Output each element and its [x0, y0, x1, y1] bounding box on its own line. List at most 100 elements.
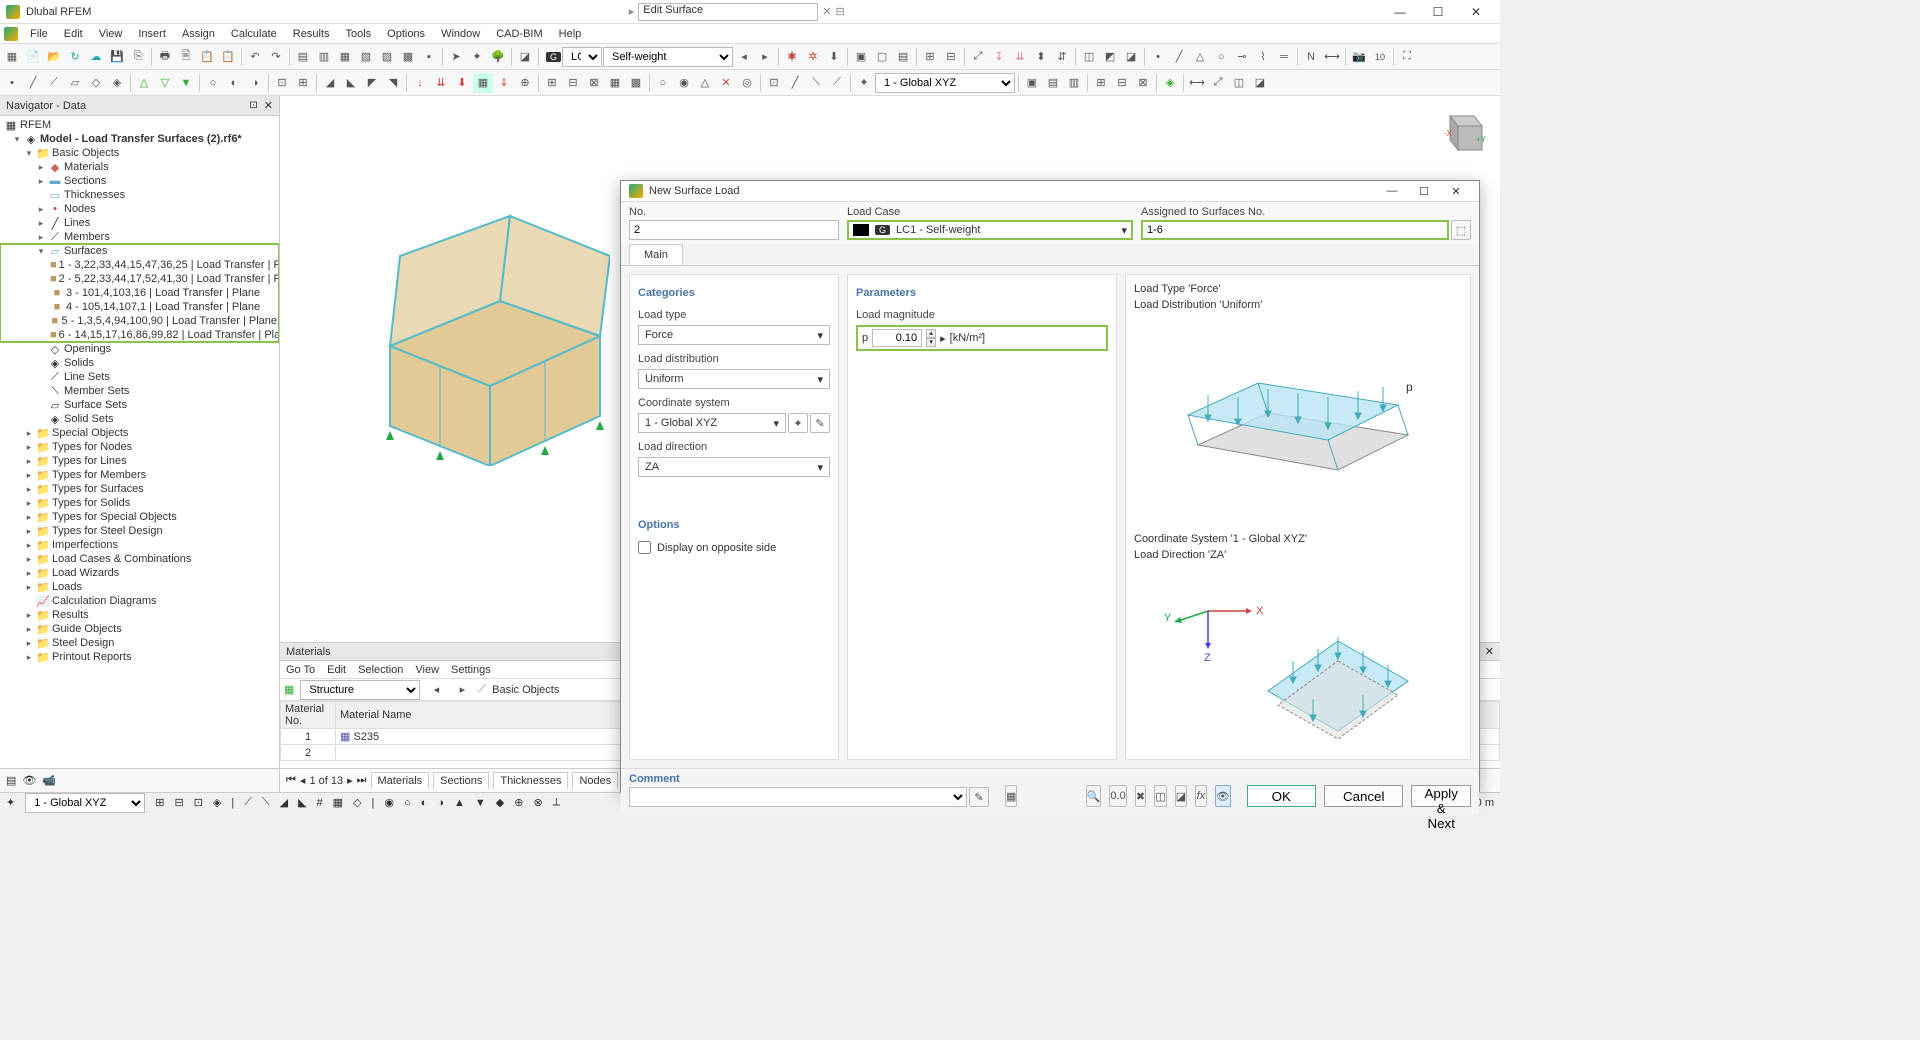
tree-special-objects[interactable]: ▸📁Special Objects: [0, 426, 279, 440]
tb2-d4-icon[interactable]: ◪: [1250, 73, 1270, 93]
tree-members[interactable]: ▸⟋Members: [0, 230, 279, 244]
tb-redo-icon[interactable]: ↷: [266, 47, 286, 67]
tb-reload-icon[interactable]: ↻: [65, 47, 85, 67]
tree-types-nodes[interactable]: ▸📁Types for Nodes: [0, 440, 279, 454]
assigned-pick-icon[interactable]: ⬚: [1451, 220, 1471, 240]
mat-tab-sections[interactable]: Sections: [433, 772, 489, 789]
tb-cloud-icon[interactable]: ☁: [86, 47, 106, 67]
tb2-l1-icon[interactable]: ↓: [410, 73, 430, 93]
tree-types-special[interactable]: ▸📁Types for Special Objects: [0, 510, 279, 524]
tb-undo-icon[interactable]: ↶: [245, 47, 265, 67]
tree-results-folder[interactable]: ▸📁Results: [0, 608, 279, 622]
dialog-titlebar[interactable]: New Surface Load — ☐ ✕: [621, 181, 1479, 202]
tb2-sup-icon[interactable]: △: [134, 73, 154, 93]
tb2-d3-icon[interactable]: ◫: [1229, 73, 1249, 93]
edit-surface-combo[interactable]: Edit Surface: [638, 3, 818, 21]
tb-doc1-icon[interactable]: 📋: [197, 47, 217, 67]
tb-load3-icon[interactable]: ⬇: [824, 47, 844, 67]
tb2-ssup-icon[interactable]: ▼: [176, 73, 196, 93]
status-i7-icon[interactable]: ◇: [353, 796, 361, 809]
menu-view[interactable]: View: [91, 26, 131, 42]
window-minimize[interactable]: —: [1382, 2, 1418, 22]
tb2-open-icon[interactable]: ◇: [86, 73, 106, 93]
menu-calculate[interactable]: Calculate: [223, 26, 285, 42]
status-o9-icon[interactable]: ⊗: [533, 796, 542, 809]
tb2-e1-icon[interactable]: ⊞: [1091, 73, 1111, 93]
tb2-l5-icon[interactable]: ⇓: [494, 73, 514, 93]
tb-lc-name-combo[interactable]: Self-weight: [603, 47, 733, 67]
menu-assign[interactable]: Assign: [174, 26, 223, 42]
window-maximize[interactable]: ☐: [1420, 2, 1456, 22]
tree-surface-4[interactable]: ■4 - 105,14,107,1 | Load Transfer | Plan…: [0, 300, 279, 314]
tree-root[interactable]: ▦RFEM: [0, 118, 279, 132]
tb2-lsup-icon[interactable]: ▽: [155, 73, 175, 93]
menu-file[interactable]: File: [22, 26, 56, 42]
tb2-g5-icon[interactable]: ▩: [626, 73, 646, 93]
tb2-m1-icon[interactable]: ⊡: [764, 73, 784, 93]
tb-loads4-icon[interactable]: ⇵: [1052, 47, 1072, 67]
tb2-ec-icon[interactable]: ◐: [224, 73, 244, 93]
tb2-c1-icon[interactable]: ▣: [1022, 73, 1042, 93]
tb2-s5-icon[interactable]: ◎: [737, 73, 757, 93]
status-snap1-icon[interactable]: ⊞: [155, 796, 164, 809]
tree-steel-design[interactable]: ▸📁Steel Design: [0, 636, 279, 650]
tree-loadcases[interactable]: ▸📁Load Cases & Combinations: [0, 552, 279, 566]
tb2-g4-icon[interactable]: ▦: [605, 73, 625, 93]
tb-cube2-icon[interactable]: ▢: [872, 47, 892, 67]
status-o3-icon[interactable]: ◐: [421, 797, 428, 809]
menu-insert[interactable]: Insert: [130, 26, 174, 42]
tb2-l6-icon[interactable]: ⊕: [515, 73, 535, 93]
tb-arrow-icon[interactable]: ➤: [446, 47, 466, 67]
dlg-icon-btn[interactable]: ▦: [1005, 785, 1017, 807]
tree-loads[interactable]: ▸📁Loads: [0, 580, 279, 594]
tb-view7-icon[interactable]: ▪: [419, 47, 439, 67]
tb2-surf-icon[interactable]: ▱: [65, 73, 85, 93]
tb2-t4-icon[interactable]: ◥: [383, 73, 403, 93]
navigator-tree[interactable]: ▦RFEM ▾◈Model - Load Transfer Surfaces (…: [0, 116, 279, 768]
tb-loads2-icon[interactable]: ⇊: [1010, 47, 1030, 67]
tb-file-icon[interactable]: 📄: [23, 47, 43, 67]
tb-clip-icon[interactable]: ◪: [515, 47, 535, 67]
tb2-g2-icon[interactable]: ⊟: [563, 73, 583, 93]
tb-print-icon[interactable]: 🖶: [155, 47, 175, 67]
tree-line-sets[interactable]: ⟋Line Sets: [0, 370, 279, 384]
tb-cube3-icon[interactable]: ▤: [893, 47, 913, 67]
edit-surface-arrow[interactable]: ▸: [629, 5, 635, 18]
tb2-m4-icon[interactable]: ⟋: [827, 73, 847, 93]
tb-open-icon[interactable]: 📂: [44, 47, 64, 67]
tree-thicknesses[interactable]: ▭Thicknesses: [0, 188, 279, 202]
mat-menu-goto[interactable]: Go To: [286, 664, 315, 676]
nav-footer-icon2[interactable]: 👁: [22, 774, 36, 787]
tb-n-icon[interactable]: N: [1301, 47, 1321, 67]
tree-member-sets[interactable]: ⟍Member Sets: [0, 384, 279, 398]
status-o8-icon[interactable]: ⊕: [514, 796, 523, 809]
status-cs-combo[interactable]: 1 - Global XYZ: [25, 793, 145, 813]
pager-first-icon[interactable]: ⏮: [286, 774, 296, 787]
tree-solids[interactable]: ◈Solids: [0, 356, 279, 370]
window-close[interactable]: ✕: [1458, 2, 1494, 22]
mat-next-icon[interactable]: ▸: [452, 680, 472, 700]
tb2-line-icon[interactable]: ╱: [23, 73, 43, 93]
tree-printout-reports[interactable]: ▸📁Printout Reports: [0, 650, 279, 664]
tb2-l3-icon[interactable]: ⬇: [452, 73, 472, 93]
tb-new-icon[interactable]: ▦: [2, 47, 22, 67]
status-o4-icon[interactable]: ◑: [437, 797, 444, 809]
menu-tools[interactable]: Tools: [337, 26, 379, 42]
dialog-maximize[interactable]: ☐: [1409, 181, 1439, 201]
tree-nodes[interactable]: ▸•Nodes: [0, 202, 279, 216]
tb2-node-icon[interactable]: •: [2, 73, 22, 93]
tb-view1-icon[interactable]: ▤: [293, 47, 313, 67]
tb2-t1-icon[interactable]: ◢: [320, 73, 340, 93]
tb-obj2-icon[interactable]: ◩: [1100, 47, 1120, 67]
mat-tab-thick[interactable]: Thicknesses: [493, 772, 568, 789]
tb-hinge-icon[interactable]: ○: [1211, 47, 1231, 67]
tb-load1-icon[interactable]: ✱: [782, 47, 802, 67]
tree-types-lines[interactable]: ▸📁Types for Lines: [0, 454, 279, 468]
comment-combo[interactable]: [629, 787, 967, 807]
tree-sections[interactable]: ▸▬Sections: [0, 174, 279, 188]
opposite-checkbox[interactable]: [638, 541, 651, 554]
status-snap3-icon[interactable]: ⊡: [194, 796, 203, 809]
tb2-cs-combo[interactable]: 1 - Global XYZ: [875, 73, 1015, 93]
tb2-set1-icon[interactable]: ⊡: [272, 73, 292, 93]
tb2-g1-icon[interactable]: ⊞: [542, 73, 562, 93]
